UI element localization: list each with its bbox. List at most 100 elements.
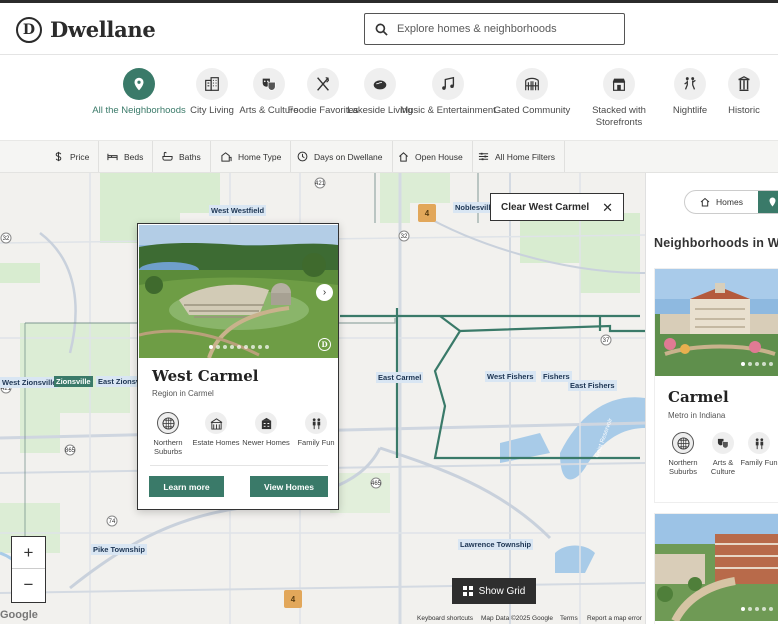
card-title: Carmel	[668, 388, 729, 406]
place-lawrence-township[interactable]: Lawrence Township	[458, 539, 534, 550]
view-toggle: Homes	[684, 190, 778, 214]
filter-label: All Home Filters	[495, 151, 555, 162]
photo-carousel-dots	[139, 345, 338, 349]
highway-shield: 32	[3, 236, 10, 242]
search-input[interactable]	[397, 23, 617, 35]
storefront-icon	[612, 78, 626, 91]
tag-label: Northern Suburbs	[668, 458, 698, 476]
gate-icon	[525, 77, 539, 91]
highway-shield: 465	[371, 481, 382, 487]
highway-shield: 865	[65, 448, 76, 454]
search-box[interactable]	[364, 13, 625, 45]
results-panel: Homes Neighborhoods in W Carmel Metro in	[645, 173, 778, 624]
category-row: All the Neighborhoods City Living Arts &…	[0, 56, 778, 140]
brand-logo-icon[interactable]: D	[16, 17, 42, 43]
place-west-fishers[interactable]: West Fishers	[485, 371, 536, 382]
show-grid-button[interactable]: Show Grid	[452, 578, 536, 604]
tag-label: Northern Suburbs	[153, 438, 183, 456]
card-photo[interactable]	[655, 269, 778, 376]
category-historic[interactable]: Historic	[696, 68, 778, 117]
tag-label: Estate Homes	[192, 438, 240, 447]
highway-shield: 74	[109, 519, 116, 525]
place-east-carmel[interactable]: East Carmel	[376, 372, 424, 383]
tab-neighborhoods[interactable]	[758, 191, 778, 213]
place-zionsville[interactable]: Zionsville	[54, 376, 93, 387]
fork-knife-icon	[317, 77, 329, 91]
city-buildings-icon	[205, 77, 219, 91]
house-icon	[399, 152, 408, 162]
terms-link[interactable]: Terms	[560, 615, 578, 622]
place-west-westfield[interactable]: West Westfield	[209, 205, 267, 216]
card-photo[interactable]	[655, 514, 778, 621]
filter-beds[interactable]: Beds	[98, 141, 154, 172]
show-grid-label: Show Grid	[478, 585, 526, 597]
keyboard-shortcuts-link[interactable]: Keyboard shortcuts	[417, 615, 473, 622]
listing-cluster[interactable]: 4	[418, 204, 436, 222]
tab-homes-label: Homes	[716, 197, 743, 207]
map-pin-icon	[134, 77, 144, 91]
family-icon	[312, 417, 320, 429]
place-east-fishers[interactable]: East Fishers	[568, 380, 617, 391]
place-west-zionsville[interactable]: West Zionsville	[0, 377, 59, 388]
music-notes-icon	[442, 76, 455, 90]
tag-family-fun[interactable]: Family Fun	[292, 412, 340, 447]
filter-bar: Price Beds Baths Home Type Days on Dwell…	[0, 140, 778, 173]
highway-shield: 421	[315, 181, 326, 187]
globe-grid-icon	[676, 436, 690, 450]
map-data-attribution: Map Data ©2025 Google	[481, 615, 554, 622]
popup-divider	[150, 465, 328, 466]
brand-watermark-icon: D	[318, 338, 331, 351]
filter-days-on-dwellane[interactable]: Days on Dwellane	[288, 141, 393, 172]
zoom-out-button[interactable]: −	[12, 569, 45, 601]
filter-baths[interactable]: Baths	[153, 141, 211, 172]
google-logo: Google	[0, 609, 38, 621]
tag-label: Family Fun	[297, 438, 335, 447]
filter-label: Baths	[179, 151, 201, 162]
house-icon	[700, 197, 710, 207]
sliders-icon	[478, 152, 489, 161]
category-label: Gated Community	[493, 105, 571, 116]
tag-estate-homes[interactable]: Estate Homes	[192, 412, 240, 447]
filter-all-home-filters[interactable]: All Home Filters	[469, 141, 565, 172]
place-noblesville[interactable]: Noblesvill	[453, 202, 493, 213]
tag-newer-homes[interactable]: Newer Homes	[240, 412, 292, 447]
category-music-entertainment[interactable]: Music & Entertainment	[400, 68, 496, 117]
place-east-zionsville[interactable]: East Zionsv	[96, 376, 143, 387]
view-homes-button[interactable]: View Homes	[250, 476, 328, 497]
tag-northern-suburbs[interactable]: Northern Suburbs	[144, 412, 192, 456]
tab-homes[interactable]: Homes	[685, 191, 758, 213]
place-pike-township[interactable]: Pike Township	[91, 544, 147, 555]
photo-carousel-dots	[655, 607, 778, 611]
filter-open-house[interactable]: Open House	[389, 141, 473, 172]
bed-icon	[107, 153, 118, 161]
report-map-error-link[interactable]: Report a map error	[587, 615, 642, 622]
highway-shield: 37	[603, 338, 610, 344]
brand-name[interactable]: Dwellane	[50, 17, 156, 42]
category-label: Historic	[728, 105, 760, 116]
category-label: Music & Entertainment	[400, 105, 496, 116]
filter-label: Days on Dwellane	[314, 151, 383, 162]
neighborhood-card[interactable]: Carmel Metro in Indiana Northern Suburbs…	[654, 268, 778, 503]
globe-grid-icon	[161, 416, 175, 430]
filter-label: Beds	[124, 151, 144, 162]
map-view[interactable]: 32 421 865 465 37 32 421 74 Geist Reserv…	[0, 173, 645, 624]
home-type-icon	[221, 152, 232, 162]
tag-label: Newer Homes	[242, 438, 290, 447]
filter-label: Open House	[415, 151, 463, 162]
zoom-in-button[interactable]: +	[12, 537, 45, 569]
clear-selection-button[interactable]: Clear West Carmel ✕	[490, 193, 624, 221]
category-gated-community[interactable]: Gated Community	[484, 68, 580, 117]
dollar-icon	[55, 151, 62, 162]
neighborhood-photo[interactable]: › D	[139, 225, 338, 358]
learn-more-button[interactable]: Learn more	[149, 476, 224, 497]
next-photo-arrow-icon[interactable]: ›	[316, 284, 333, 301]
estate-icon	[210, 417, 222, 430]
close-icon[interactable]: ✕	[602, 200, 613, 216]
filter-home-type[interactable]: Home Type	[212, 141, 292, 172]
filter-price[interactable]: Price	[44, 141, 100, 172]
family-icon	[755, 437, 763, 449]
tag-northern-suburbs[interactable]: Northern Suburbs	[662, 432, 704, 476]
tag-family-fun[interactable]: Family Fun	[738, 432, 778, 467]
neighborhood-card[interactable]	[654, 513, 778, 624]
listing-cluster[interactable]: 4	[284, 590, 302, 608]
